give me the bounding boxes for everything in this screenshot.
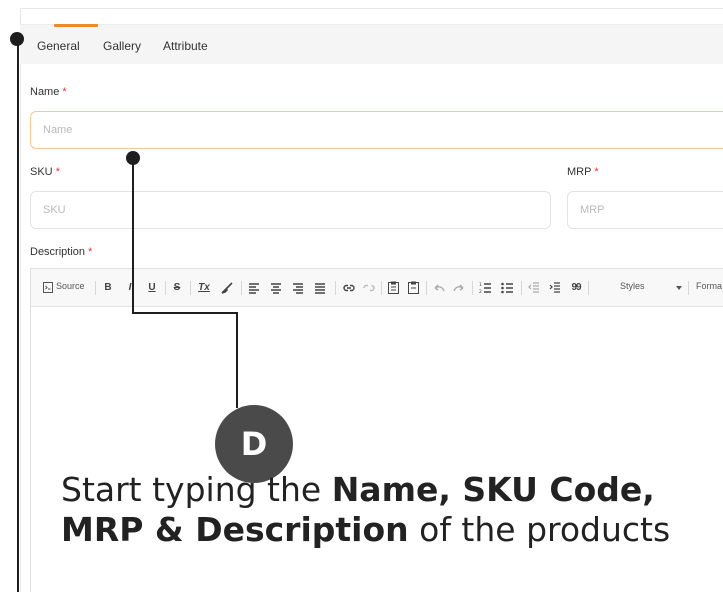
svg-text:2: 2: [479, 289, 482, 294]
brush-icon[interactable]: [221, 282, 233, 294]
tab-attribute[interactable]: Attribute: [163, 39, 208, 53]
tab-bar: General Gallery Attribute: [20, 24, 723, 64]
toolbar-separator: [381, 281, 382, 295]
toolbar-separator: [95, 281, 96, 295]
toolbar-separator: [688, 281, 689, 295]
bullet-list-icon[interactable]: [501, 281, 514, 294]
blockquote-button[interactable]: 99: [568, 280, 584, 296]
tab-active-indicator: [54, 24, 98, 27]
numbered-list-icon[interactable]: 12: [479, 281, 492, 294]
outdent-icon[interactable]: [528, 281, 540, 293]
bold-button[interactable]: B: [103, 280, 113, 296]
callout-line-horizontal: [132, 312, 238, 314]
tab-gallery[interactable]: Gallery: [103, 39, 141, 53]
name-label: Name *: [30, 86, 67, 98]
tab-general[interactable]: General: [37, 39, 80, 53]
remove-format-button[interactable]: Tx: [197, 280, 211, 296]
svg-text:1: 1: [479, 282, 482, 288]
mrp-label: MRP *: [567, 166, 599, 178]
toolbar-separator: [241, 281, 242, 295]
callout-dot-name: [126, 151, 140, 165]
paste-text-icon[interactable]: [408, 281, 419, 294]
source-icon: [43, 282, 53, 293]
toolbar-separator: [588, 281, 589, 295]
required-mark: *: [62, 86, 67, 98]
format-dropdown[interactable]: Forma: [696, 281, 722, 291]
callout-line-to-badge: [236, 312, 238, 408]
toolbar-separator: [165, 281, 166, 295]
underline-button[interactable]: U: [147, 280, 157, 296]
description-label: Description *: [30, 246, 93, 258]
strikethrough-button[interactable]: S: [172, 280, 182, 296]
page: General Gallery Attribute Name * SKU * M…: [0, 0, 723, 592]
undo-icon[interactable]: [433, 283, 445, 293]
editor-toolbar: Source B I U S Tx 1 2 99 Styles Forma: [31, 269, 723, 307]
toolbar-separator: [426, 281, 427, 295]
required-mark: *: [594, 166, 599, 178]
link-icon[interactable]: [343, 283, 355, 293]
align-icons[interactable]: [248, 282, 344, 294]
callout-dot-tabs: [10, 32, 24, 46]
required-mark: *: [88, 246, 93, 258]
sku-label: SKU *: [30, 166, 60, 178]
indent-icon[interactable]: [549, 281, 561, 293]
source-button[interactable]: Source: [56, 281, 85, 291]
toolbar-separator: [472, 281, 473, 295]
mrp-input[interactable]: [567, 191, 723, 229]
redo-icon[interactable]: [453, 283, 465, 293]
callout-line-vertical: [132, 158, 134, 314]
styles-dropdown[interactable]: Styles: [620, 281, 645, 291]
name-input[interactable]: [30, 111, 723, 149]
callout-text: Start typing the Name, SKU Code, MRP & D…: [61, 470, 671, 549]
toolbar-separator: [190, 281, 191, 295]
paste-icon[interactable]: [388, 281, 399, 294]
toolbar-separator: [335, 281, 336, 295]
sku-input[interactable]: [30, 191, 551, 229]
unlink-icon[interactable]: [363, 283, 375, 293]
required-mark: *: [55, 166, 60, 178]
chevron-down-icon: [676, 286, 682, 290]
callout-line-left: [17, 38, 19, 592]
toolbar-separator: [521, 281, 522, 295]
